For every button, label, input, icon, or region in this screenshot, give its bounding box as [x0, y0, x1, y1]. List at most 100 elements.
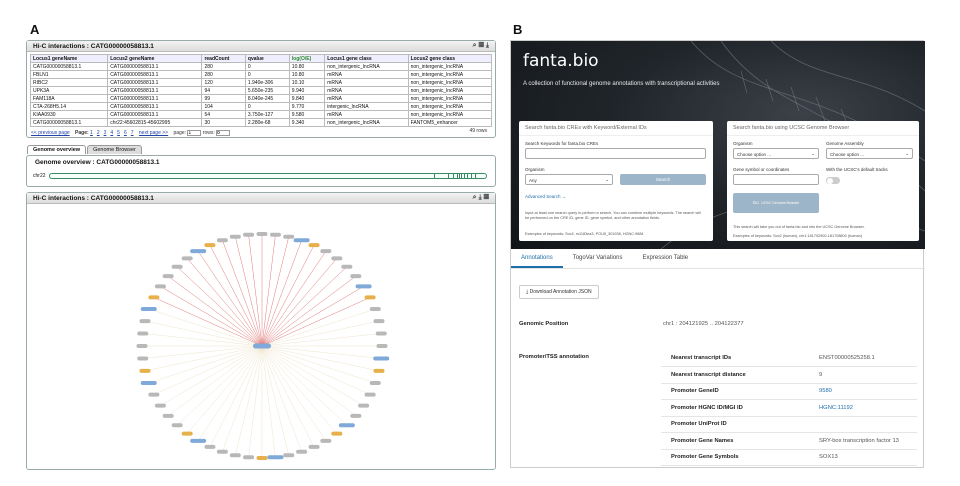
- gene-node[interactable]: [358, 403, 370, 408]
- gene-node[interactable]: [229, 453, 241, 458]
- gene-node[interactable]: [369, 307, 381, 312]
- gene-node[interactable]: [296, 449, 308, 454]
- ucsc-organism-select[interactable]: Choose option ... ⌄: [733, 148, 819, 159]
- interaction-tick[interactable]: [467, 174, 468, 178]
- tab-annotations[interactable]: Annotations: [511, 249, 563, 268]
- assembly-select[interactable]: Choose option ... ⌄: [826, 148, 913, 159]
- gene-node[interactable]: [154, 403, 166, 408]
- gene-node[interactable]: [162, 274, 174, 279]
- column-header[interactable]: log(O/E): [288, 54, 326, 63]
- gene-node[interactable]: [139, 319, 151, 324]
- column-header[interactable]: Locus2 gene class: [407, 54, 493, 63]
- download-json-button[interactable]: ⤓ Download Annotation JSON: [519, 285, 599, 299]
- annotation-value[interactable]: HGNC:11192: [819, 405, 853, 411]
- interaction-tick[interactable]: [471, 174, 472, 178]
- search-button[interactable]: Search: [620, 174, 706, 185]
- table-row[interactable]: UPK3A CATG00000058813.1 94 5.650e-235 9.940 m…: [29, 86, 493, 95]
- download-icon[interactable]: ⤓: [486, 42, 491, 49]
- column-header[interactable]: qvalue: [244, 54, 290, 63]
- chromosome-track[interactable]: [49, 173, 487, 179]
- column-header[interactable]: Locus1 geneName: [29, 54, 109, 63]
- gene-node[interactable]: [283, 234, 295, 239]
- gene-node[interactable]: [204, 243, 216, 248]
- organism-select[interactable]: Any ⌄: [525, 174, 613, 185]
- gene-coords-input[interactable]: [733, 174, 819, 185]
- gene-node[interactable]: [338, 423, 355, 428]
- gene-node[interactable]: [243, 455, 255, 460]
- table-row[interactable]: FBLN1 CATG00000058813.1 280 0 10.80 mRNA non_i…: [29, 70, 493, 79]
- interaction-tick[interactable]: [464, 174, 465, 178]
- next-page-link[interactable]: next page >>: [139, 130, 168, 136]
- gene-node[interactable]: [308, 444, 320, 449]
- gene-node[interactable]: [190, 438, 207, 443]
- interaction-tick[interactable]: [475, 174, 476, 178]
- prev-page-link[interactable]: << previous page: [31, 130, 70, 136]
- table-row[interactable]: CATG00000058813.1 chr22:45602815-45602995…: [29, 118, 493, 127]
- gene-node[interactable]: [181, 256, 193, 261]
- gene-node[interactable]: [139, 368, 151, 373]
- gene-node[interactable]: [320, 249, 332, 254]
- gene-node[interactable]: [140, 380, 157, 385]
- table-row[interactable]: CTA-268H5.14 CATG00000058813.1 104 0 9.770 in…: [29, 102, 493, 111]
- interaction-tick[interactable]: [457, 174, 458, 178]
- gene-node[interactable]: [171, 423, 183, 428]
- column-header[interactable]: Locus1 gene class: [324, 54, 409, 63]
- column-header[interactable]: readCount: [201, 54, 246, 63]
- gene-node[interactable]: [331, 256, 343, 261]
- gene-node[interactable]: [181, 431, 193, 436]
- advanced-search-link[interactable]: Advanced Search →: [525, 194, 566, 199]
- table-row[interactable]: RIBC2 CATG00000058813.1 120 1.940e-306 10.10…: [29, 78, 493, 87]
- keyword-input[interactable]: [525, 148, 706, 159]
- page-link[interactable]: 3: [104, 130, 107, 136]
- gene-node[interactable]: [350, 413, 362, 418]
- interaction-tick[interactable]: [461, 174, 462, 178]
- go-ucsc-button[interactable]: Go UCSC Genome Browser: [733, 193, 819, 213]
- gene-node[interactable]: [373, 356, 390, 361]
- gene-node[interactable]: [373, 319, 385, 324]
- gene-node[interactable]: [216, 238, 228, 243]
- gene-node[interactable]: [350, 274, 362, 279]
- gene-node[interactable]: [308, 243, 320, 248]
- gene-node[interactable]: [171, 264, 183, 269]
- gene-node[interactable]: [320, 438, 332, 443]
- gene-node[interactable]: [137, 331, 149, 336]
- tab-expression[interactable]: Expression Table: [633, 249, 699, 268]
- interaction-network[interactable]: [27, 204, 493, 468]
- gene-node[interactable]: [190, 249, 207, 254]
- column-header[interactable]: Locus2 geneName: [107, 54, 203, 63]
- gene-node[interactable]: [376, 344, 388, 348]
- gene-node[interactable]: [341, 264, 353, 269]
- page-link[interactable]: 4: [110, 130, 113, 136]
- page-link[interactable]: 5: [117, 130, 120, 136]
- gene-node[interactable]: [256, 456, 268, 460]
- hub-node[interactable]: [253, 343, 271, 349]
- gene-node[interactable]: [375, 331, 387, 336]
- gene-node[interactable]: [137, 356, 149, 361]
- tab-togovar[interactable]: TogoVar Variations: [563, 249, 633, 268]
- interaction-tick[interactable]: [448, 174, 449, 178]
- interaction-tick[interactable]: [453, 174, 454, 178]
- gene-node[interactable]: [283, 453, 295, 458]
- gene-node[interactable]: [355, 284, 372, 289]
- interaction-tick[interactable]: [459, 174, 460, 178]
- table-icon[interactable]: ▦: [484, 194, 491, 201]
- gene-node[interactable]: [216, 449, 228, 454]
- gene-node[interactable]: [364, 392, 376, 397]
- columns-icon[interactable]: ▦: [479, 42, 486, 49]
- tab-genome-browser[interactable]: Genome Browser: [87, 145, 142, 154]
- fantabio-logo[interactable]: fanta.bio: [523, 51, 599, 71]
- gene-node[interactable]: [331, 431, 343, 436]
- table-row[interactable]: FAM118A CATG00000058813.1 99 8.040e-245 9.84…: [29, 94, 493, 103]
- interaction-tick[interactable]: [434, 174, 435, 178]
- gene-node[interactable]: [148, 392, 160, 397]
- page-link[interactable]: 6: [124, 130, 127, 136]
- gene-node[interactable]: [140, 307, 157, 312]
- tab-genome-overview[interactable]: Genome overview: [27, 145, 87, 154]
- page-link[interactable]: 7: [131, 130, 134, 136]
- page-link[interactable]: 2: [97, 130, 100, 136]
- page-input[interactable]: [187, 130, 202, 136]
- gene-node[interactable]: [243, 232, 255, 237]
- gene-node[interactable]: [269, 232, 281, 237]
- gene-node[interactable]: [136, 344, 148, 348]
- gene-node[interactable]: [293, 238, 310, 243]
